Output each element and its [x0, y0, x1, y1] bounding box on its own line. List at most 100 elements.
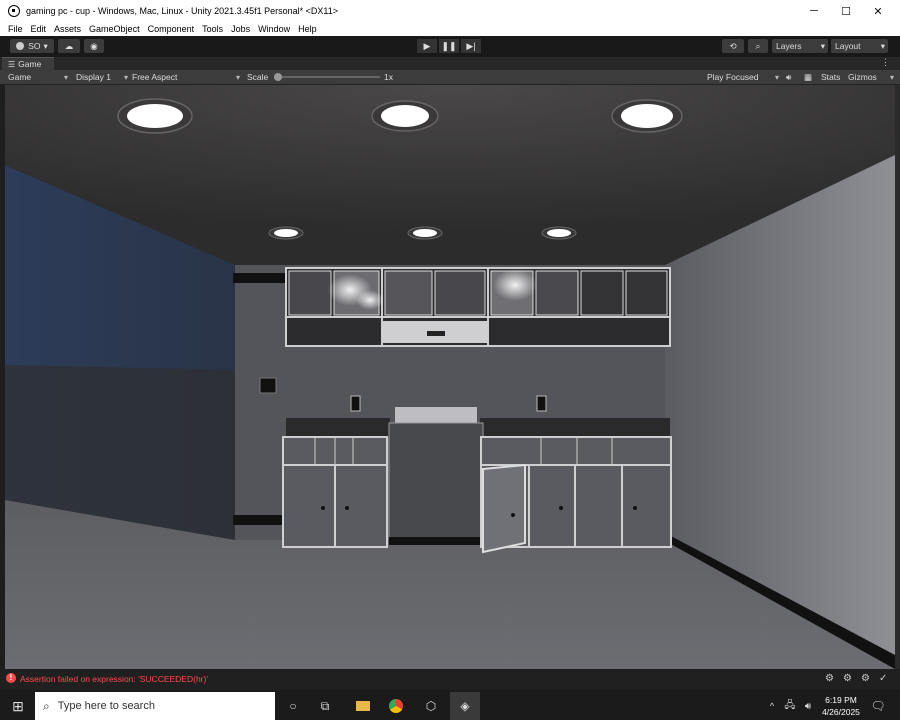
search-icon: ⌕ [755, 40, 761, 51]
minimize-button[interactable]: ─ [798, 0, 830, 22]
bug-icon[interactable]: ⚙ [825, 673, 834, 684]
bug-icon[interactable]: ⚙ [861, 673, 870, 684]
play-button[interactable]: ▶ [417, 39, 437, 53]
search-icon: ⌕ [43, 698, 50, 713]
layout-label: Layout [835, 41, 861, 51]
layout-dropdown[interactable]: Layout ▾ [831, 39, 888, 53]
notifications-button[interactable]: 🗨︎ [868, 692, 888, 720]
account-icon [16, 42, 25, 50]
error-icon: ! [6, 673, 16, 683]
play-mode-dropdown[interactable]: Play Focused [707, 71, 779, 83]
cloud-button[interactable]: ☁ [58, 39, 80, 53]
speaker-icon: 🔊︎ [804, 700, 812, 712]
close-button[interactable]: ✕ [862, 0, 894, 22]
step-icon: ▶| [466, 40, 476, 51]
notification-icon: 🗨︎ [870, 699, 886, 713]
search-placeholder: Type here to search [57, 700, 155, 712]
menu-help[interactable]: Help [298, 24, 317, 34]
folder-icon [356, 701, 370, 711]
main-toolbar: SO ▾ ☁ ◉ ▶ ❚❚ ▶| ⟲ ⌕ Layers ▾ Layout ▾ [0, 36, 900, 57]
view-mode-dropdown[interactable]: Game [8, 71, 68, 83]
cortana-icon: ○ [289, 699, 297, 713]
step-button[interactable]: ▶| [461, 39, 481, 53]
tab-game-label: Game [18, 59, 42, 69]
search-button[interactable]: ⌕ [748, 39, 768, 53]
pause-icon: ❚❚ [441, 40, 457, 51]
stats-label: Stats [821, 72, 841, 82]
menu-window[interactable]: Window [258, 24, 290, 34]
menu-assets[interactable]: Assets [54, 24, 81, 34]
taskbar-search-box[interactable]: ⌕ Type here to search [35, 692, 275, 720]
menu-jobs[interactable]: Jobs [231, 24, 250, 34]
cortana-button[interactable]: ○ [278, 692, 308, 720]
chevron-down-icon: ▾ [43, 40, 48, 51]
cloud-icon: ☁ [64, 40, 74, 51]
aspect-label: Free Aspect [132, 72, 178, 82]
scale-slider[interactable] [274, 71, 380, 83]
play-icon: ▶ [423, 40, 431, 51]
status-message: Assertion failed on expression: 'SUCCEED… [20, 674, 208, 684]
gizmos-dropdown[interactable]: Gizmos [848, 71, 894, 83]
menu-tools[interactable]: Tools [202, 24, 223, 34]
check-icon[interactable]: ✓ [879, 673, 887, 684]
grid-icon: ▦ [804, 71, 813, 82]
chrome-button[interactable] [381, 692, 411, 720]
layers-label: Layers [776, 41, 802, 51]
game-view-scrollbar[interactable] [895, 85, 900, 669]
task-view-icon: ⧉ [320, 698, 330, 713]
layers-dropdown[interactable]: Layers ▾ [772, 39, 828, 53]
speaker-icon: 🔊︎ [786, 71, 792, 82]
chevron-up-icon: ^ [769, 701, 775, 711]
menu-component[interactable]: Component [148, 24, 195, 34]
scene-render [5, 85, 895, 669]
tab-row: ☰ Game ⋮ [0, 57, 900, 70]
maximize-button[interactable]: ☐ [830, 0, 862, 22]
tray-overflow-button[interactable]: ^ [764, 692, 780, 720]
game-view-toolbar: Game Display 1 Free Aspect Scale 1x Play… [0, 70, 900, 85]
unity-editor-button[interactable]: ◈ [450, 692, 480, 720]
chevron-down-icon: ▾ [820, 40, 825, 51]
aspect-dropdown[interactable]: Free Aspect [132, 71, 242, 83]
mute-audio-button[interactable]: 🔊︎ [786, 71, 791, 83]
console-status-bar[interactable]: ! Assertion failed on expression: 'SUCCE… [0, 669, 900, 690]
network-button[interactable]: 🖧︎ [782, 692, 798, 720]
stats-icon-button[interactable]: ▦ [804, 71, 812, 83]
chevron-down-icon: ▾ [880, 40, 885, 51]
menu-edit[interactable]: Edit [31, 24, 47, 34]
volume-button[interactable]: 🔊︎ [800, 692, 816, 720]
bug-icon[interactable]: ⚙ [843, 673, 852, 684]
menu-gameobject[interactable]: GameObject [89, 24, 140, 34]
tab-game[interactable]: ☰ Game [2, 57, 54, 70]
unity-logo-icon [8, 5, 20, 17]
scale-slider-thumb[interactable] [274, 73, 282, 81]
windows-logo-icon: ⊞ [12, 697, 24, 714]
network-icon: 🖧︎ [784, 699, 796, 711]
clock-time: 6:19 PM [825, 695, 857, 705]
display-label: Display 1 [76, 72, 111, 82]
more-options-icon[interactable]: ⋮ [881, 57, 890, 68]
unity-hub-button[interactable]: ⬡ [416, 692, 446, 720]
clock[interactable]: 6:19 PM 4/26/2025 [818, 694, 864, 718]
account-button[interactable]: SO ▾ [10, 39, 54, 53]
menu-file[interactable]: File [8, 24, 23, 34]
account-label: SO [28, 41, 41, 51]
play-mode-label: Play Focused [707, 72, 759, 82]
file-explorer-button[interactable] [348, 692, 378, 720]
gizmos-label: Gizmos [848, 72, 877, 82]
menu-bar: File Edit Assets GameObject Component To… [0, 22, 900, 36]
clock-date: 4/26/2025 [822, 707, 860, 717]
start-button[interactable]: ⊞ [3, 692, 33, 720]
history-icon: ⟲ [729, 40, 737, 51]
collab-icon: ◉ [90, 40, 98, 51]
game-view-viewport[interactable] [5, 85, 895, 669]
task-view-button[interactable]: ⧉ [310, 692, 340, 720]
view-mode-label: Game [8, 72, 32, 82]
collab-button[interactable]: ◉ [84, 39, 104, 53]
chrome-icon [389, 699, 403, 713]
display-dropdown[interactable]: Display 1 [76, 71, 128, 83]
pause-button[interactable]: ❚❚ [439, 39, 459, 53]
stats-button[interactable]: Stats [821, 71, 840, 83]
scale-label: Scale [247, 72, 269, 82]
unity-hub-icon: ⬡ [425, 699, 437, 713]
history-button[interactable]: ⟲ [722, 39, 744, 53]
